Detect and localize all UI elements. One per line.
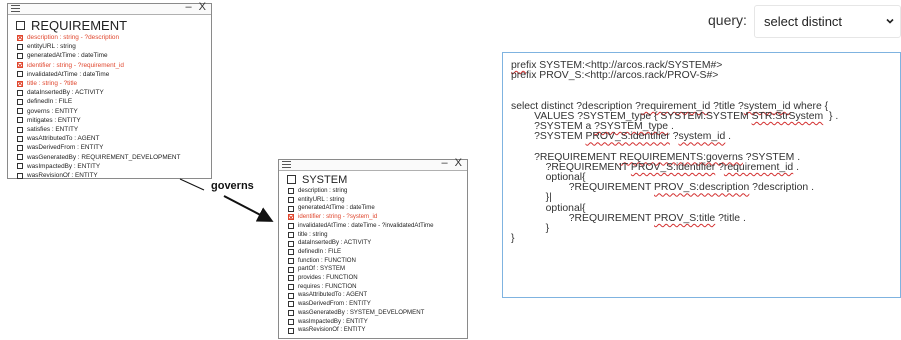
class-name: SYSTEM <box>302 173 348 186</box>
chevron-down-icon <box>886 18 894 24</box>
checkbox-icon[interactable] <box>288 275 294 282</box>
property-item[interactable]: wasGeneratedBy : SYSTEM_DEVELOPMENT <box>288 309 467 318</box>
property-label: requires : FUNCTION <box>298 282 357 290</box>
property-label: definedIn : FILE <box>298 247 342 255</box>
property-item[interactable]: requires : FUNCTION <box>288 283 467 292</box>
code-area[interactable]: prefix SYSTEM:<http://arcos.rack/SYSTEM#… <box>511 60 838 245</box>
checkbox-icon[interactable] <box>288 240 294 247</box>
property-item[interactable]: wasRevisionOf : ENTITY <box>288 326 467 335</box>
code-line: prefix PROV_S:<http://arcos.rack/PROV-S#… <box>511 70 719 82</box>
sparql-editor[interactable]: prefix SYSTEM:<http://arcos.rack/SYSTEM#… <box>502 52 901 298</box>
property-item[interactable]: dataInsertedBy : ACTIVITY <box>288 239 467 248</box>
connector-line-start <box>179 178 205 191</box>
property-item[interactable]: identifier : string - ?system_id <box>288 213 467 222</box>
checked-checkbox-icon[interactable] <box>288 214 294 221</box>
checkbox-icon[interactable] <box>288 188 294 195</box>
property-label: partOf : SYSTEM <box>298 265 346 273</box>
checkbox-icon[interactable] <box>288 197 294 204</box>
property-label: generatedAtTime : dateTime <box>298 204 375 212</box>
property-item[interactable]: generatedAtTime : dateTime <box>288 204 467 213</box>
property-item[interactable]: wasImpactedBy : ENTITY <box>288 318 467 327</box>
property-label: invalidatedAtTime : dateTime - ?invalida… <box>298 221 434 229</box>
class-checkbox[interactable] <box>287 175 296 184</box>
property-item[interactable]: definedIn : FILE <box>288 248 467 257</box>
property-label: description : string <box>298 187 348 194</box>
property-item[interactable]: function : FUNCTION <box>288 257 467 266</box>
checkbox-icon[interactable] <box>288 249 294 256</box>
checkbox-icon[interactable] <box>288 257 294 264</box>
system-class-box[interactable]: – X SYSTEM description : string entityURL… <box>278 157 468 339</box>
checkbox-icon[interactable] <box>288 310 294 317</box>
property-label: provides : FUNCTION <box>298 274 358 282</box>
code-line: ?SYSTEM PROV_S:identifier ?system_id . <box>511 131 732 143</box>
property-item[interactable]: invalidatedAtTime : dateTime - ?invalida… <box>288 222 467 231</box>
property-item[interactable]: wasAttributedTo : AGENT <box>288 291 467 300</box>
property-label: dataInsertedBy : ACTIVITY <box>298 239 372 247</box>
code-line: } <box>511 223 550 234</box>
property-item[interactable]: description : string <box>288 187 467 196</box>
property-label: wasImpactedBy : ENTITY <box>298 317 368 325</box>
property-item[interactable]: title : string <box>288 231 467 240</box>
property-item[interactable]: entityURL : string <box>288 196 467 205</box>
checkbox-icon[interactable] <box>288 266 294 273</box>
property-label: title : string <box>298 230 328 238</box>
query-select-value: select distinct <box>764 14 843 29</box>
property-label: wasGeneratedBy : SYSTEM_DEVELOPMENT <box>298 308 425 316</box>
property-label: function : FUNCTION <box>298 256 356 264</box>
checkbox-icon[interactable] <box>288 205 294 212</box>
code-line: } <box>511 233 515 245</box>
query-label: query: <box>708 12 747 28</box>
system-header: SYSTEM <box>279 172 467 187</box>
property-label: wasAttributedTo : AGENT <box>298 291 368 299</box>
property-label: identifier : string - ?system_id <box>298 213 378 221</box>
checkbox-icon[interactable] <box>288 223 294 230</box>
property-label: entityURL : string <box>298 195 345 203</box>
checkbox-icon[interactable] <box>288 231 294 238</box>
checkbox-icon[interactable] <box>288 284 294 291</box>
checkbox-icon[interactable] <box>288 318 294 325</box>
checkbox-icon[interactable] <box>288 301 294 308</box>
code-line: ?REQUIREMENT PROV_S:title ?title . <box>511 212 746 224</box>
code-line: ?REQUIREMENT PROV_S:description ?descrip… <box>511 182 814 194</box>
checkbox-icon[interactable] <box>288 292 294 299</box>
property-label: wasRevisionOf : ENTITY <box>298 326 366 334</box>
property-item[interactable]: wasDerivedFrom : ENTITY <box>288 300 467 309</box>
property-label: wasDerivedFrom : ENTITY <box>298 300 371 308</box>
connector-arrow <box>223 195 274 222</box>
system-titlebar[interactable]: – X <box>279 157 467 171</box>
query-select[interactable]: select distinct <box>754 5 901 38</box>
connection-label: governs <box>211 180 254 192</box>
checkbox-icon[interactable] <box>288 327 294 334</box>
property-item[interactable]: provides : FUNCTION <box>288 274 467 283</box>
menu-icon[interactable] <box>282 161 291 168</box>
window-controls[interactable]: – X <box>441 157 464 169</box>
property-item[interactable]: partOf : SYSTEM <box>288 265 467 274</box>
property-list: description : string entityURL : string ge… <box>279 187 467 335</box>
